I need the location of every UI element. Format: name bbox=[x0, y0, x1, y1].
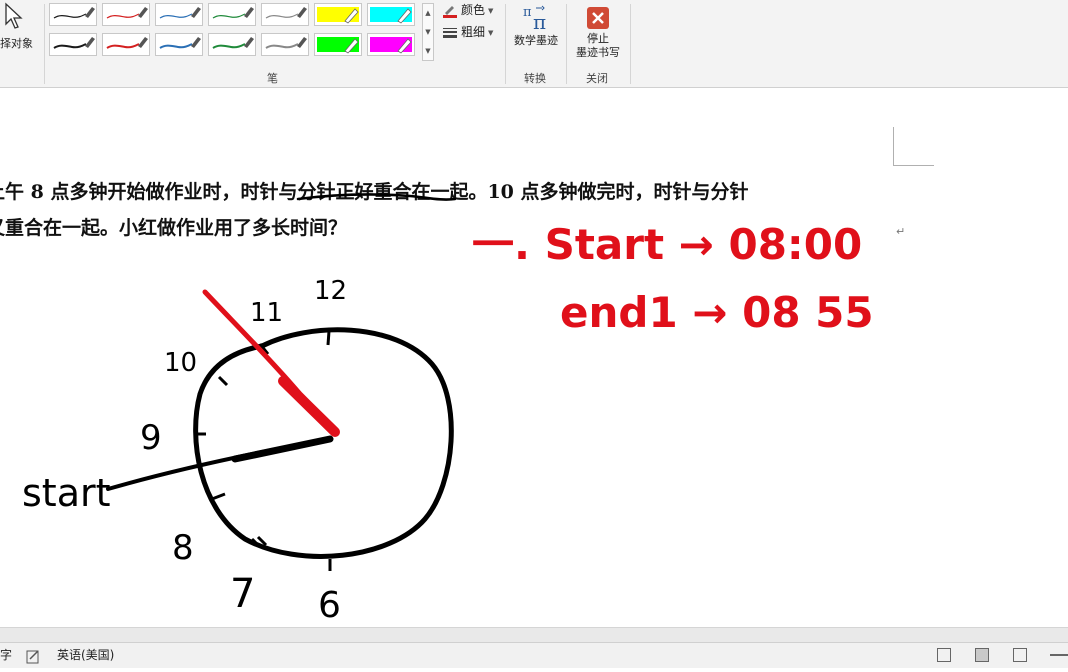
pen-icon bbox=[212, 37, 254, 49]
pen-icon bbox=[212, 7, 254, 19]
scroll-down-icon[interactable]: ▼ bbox=[423, 23, 433, 41]
highlighter-icon bbox=[317, 7, 359, 24]
clock-number-12: 12 bbox=[314, 276, 347, 306]
ink-underline bbox=[296, 193, 457, 201]
clock-number-10: 10 bbox=[164, 348, 197, 378]
document-page[interactable]: 上午 8 点多钟开始做作业时，时针与分针正好重合在一起。10 点多钟做完时，时针… bbox=[0, 89, 1068, 627]
proofing-icon[interactable] bbox=[26, 648, 40, 672]
language-indicator[interactable]: 英语(美国) bbox=[57, 643, 114, 667]
pen-icon bbox=[106, 37, 148, 49]
pen-swatch[interactable] bbox=[155, 33, 203, 56]
pen-gallery-scroll[interactable]: ▲ ▼ ▼ bbox=[422, 3, 434, 61]
stop-inking-button[interactable]: 停止 墨迹书写 bbox=[570, 2, 626, 60]
pen-weight-label: 粗细 bbox=[461, 25, 486, 39]
pen-swatch[interactable] bbox=[102, 3, 150, 26]
ink-note-line-2: end1 → 08 55 bbox=[560, 288, 874, 337]
highlighter-icon bbox=[317, 37, 359, 54]
pen-gallery bbox=[49, 3, 422, 61]
highlighter-swatch[interactable] bbox=[314, 33, 362, 56]
print-layout-icon[interactable] bbox=[975, 648, 989, 662]
line-weight-icon bbox=[442, 26, 458, 40]
clock-number-11: 11 bbox=[250, 298, 283, 328]
pen-icon bbox=[159, 37, 201, 49]
highlighter-icon bbox=[370, 7, 412, 24]
clock-tick bbox=[326, 330, 331, 346]
web-layout-icon[interactable] bbox=[1013, 648, 1027, 662]
pi-symbol-icon: π π bbox=[523, 5, 546, 32]
pen-icon bbox=[106, 7, 148, 19]
svg-text:π: π bbox=[523, 5, 532, 20]
pen-swatch[interactable] bbox=[49, 33, 97, 56]
close-icon bbox=[587, 7, 609, 29]
ribbon: 择对象 ▲ ▼ ▼ 颜色 ▼ 粗细 ▼ 笔 π π 数学墨迹 转换 停止 墨迹书… bbox=[0, 0, 1068, 88]
red-hand-thick bbox=[278, 376, 340, 437]
ribbon-separator bbox=[44, 4, 45, 84]
horizontal-scroll-area[interactable] bbox=[0, 627, 1068, 642]
convert-group-label: 转换 bbox=[524, 72, 546, 85]
pen-swatch[interactable] bbox=[261, 33, 309, 56]
pen-swatch[interactable] bbox=[155, 3, 203, 26]
pen-swatch[interactable] bbox=[208, 33, 256, 56]
select-objects-label: 择对象 bbox=[0, 37, 33, 50]
ribbon-separator bbox=[630, 4, 631, 84]
stop-inking-label-line1: 停止 bbox=[587, 32, 609, 45]
highlighter-swatch[interactable] bbox=[367, 3, 415, 26]
clock-number-8: 8 bbox=[172, 528, 194, 568]
close-group-label: 关闭 bbox=[586, 72, 608, 85]
clock-number-6: 6 bbox=[318, 585, 341, 626]
clock-number-7: 7 bbox=[230, 571, 255, 617]
pen-weight-dropdown[interactable]: 粗细 ▼ bbox=[442, 23, 493, 41]
cursor-arrow-icon bbox=[5, 2, 23, 29]
black-hand-thick bbox=[231, 435, 334, 463]
chevron-down-icon: ▼ bbox=[488, 6, 494, 15]
svg-text:π: π bbox=[533, 10, 546, 32]
stop-inking-label-line2: 墨迹书写 bbox=[576, 46, 620, 59]
pen-swatch[interactable] bbox=[261, 3, 309, 26]
math-ink-button[interactable]: π π 数学墨迹 bbox=[510, 2, 562, 48]
pen-icon bbox=[159, 7, 201, 19]
highlighter-icon bbox=[370, 37, 412, 54]
math-ink-label: 数学墨迹 bbox=[514, 34, 558, 47]
ribbon-separator bbox=[566, 4, 567, 84]
start-ink-label: start bbox=[22, 471, 111, 515]
pen-swatch[interactable] bbox=[102, 33, 150, 56]
clock-tick bbox=[211, 492, 226, 501]
clock-tick bbox=[217, 375, 229, 387]
status-bar: 字 英语(美国) bbox=[0, 642, 1068, 668]
scroll-up-icon[interactable]: ▲ bbox=[423, 4, 433, 22]
zoom-slider[interactable] bbox=[1050, 654, 1068, 656]
highlighter-swatch[interactable] bbox=[367, 33, 415, 56]
ribbon-separator bbox=[505, 4, 506, 84]
pen-swatch[interactable] bbox=[208, 3, 256, 26]
pen-color-icon bbox=[442, 4, 458, 18]
highlighter-swatch[interactable] bbox=[314, 3, 362, 26]
pen-color-label: 颜色 bbox=[461, 3, 486, 17]
pen-icon bbox=[53, 7, 95, 19]
pen-icon bbox=[53, 37, 95, 49]
pen-icon bbox=[265, 37, 307, 49]
select-objects-button[interactable]: 择对象 bbox=[0, 0, 42, 86]
pen-swatch[interactable] bbox=[49, 3, 97, 26]
ink-annotations: 12 11 10 9 8 7 6 start 一. Start → 08:00 … bbox=[22, 193, 874, 626]
pen-icon bbox=[265, 7, 307, 19]
pen-group-label: 笔 bbox=[267, 72, 278, 85]
ink-note-line-1: 一. Start → 08:00 bbox=[472, 220, 862, 269]
gallery-expand-icon[interactable]: ▼ bbox=[423, 42, 433, 60]
status-word-count-fragment[interactable]: 字 bbox=[0, 643, 12, 667]
read-mode-icon[interactable] bbox=[937, 648, 951, 662]
pen-color-dropdown[interactable]: 颜色 ▼ bbox=[442, 1, 493, 19]
chevron-down-icon: ▼ bbox=[488, 28, 494, 37]
clock-number-9: 9 bbox=[140, 418, 162, 458]
